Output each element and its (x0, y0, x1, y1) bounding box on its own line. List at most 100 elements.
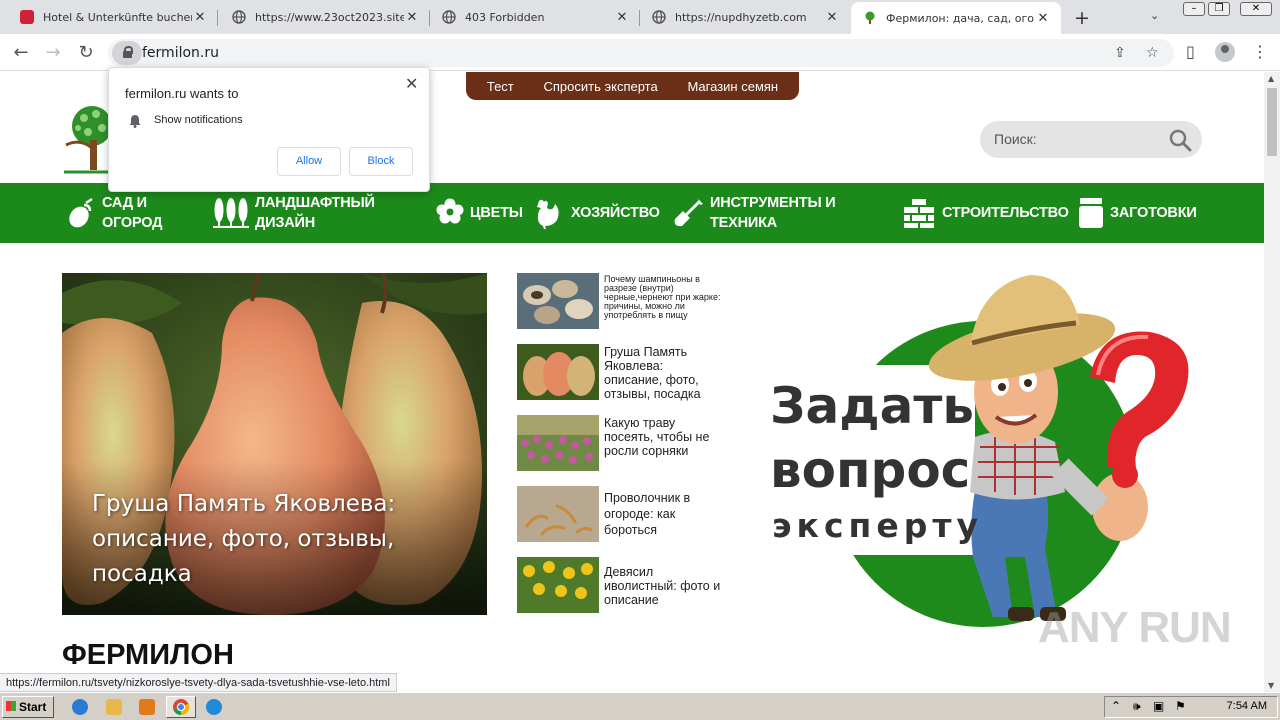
article-item[interactable]: Девясил иволистный: фото и описание (517, 557, 727, 613)
nav-label: ЗАГОТОВКИ (1110, 205, 1197, 221)
site-logo-tree[interactable] (62, 100, 112, 176)
tab-title: Фермилон: дача, сад, огород (886, 11, 1035, 25)
start-button[interactable]: Start (2, 696, 54, 718)
article-item[interactable]: Проволочник в огороде: как бороться (517, 486, 727, 542)
jar-icon (1079, 198, 1103, 228)
featured-article[interactable]: Груша Память Яковлева: описание, фото, о… (62, 273, 487, 615)
allow-button[interactable]: Allow (277, 147, 341, 176)
notification-permission-popup: fermilon.ru wants to ✕ Show notification… (108, 67, 430, 192)
tab-23oct[interactable]: https://www.23oct2023.site ✕ (220, 2, 430, 32)
flower-icon (436, 198, 464, 224)
globe-icon (652, 10, 666, 24)
tray-expand-icon[interactable]: ⌃ (1111, 699, 1121, 713)
tab-nupdhyzetb[interactable]: https://nupdhyzetb.com ✕ (640, 2, 850, 32)
trees-icon (213, 198, 249, 228)
article-item[interactable]: Груша Память Яковлева: описание, фото, о… (517, 344, 727, 401)
scrollbar-thumb[interactable] (1267, 88, 1277, 156)
page-scrollbar[interactable]: ▲ ▼ (1264, 72, 1280, 692)
banner-text-expert: эксперту (772, 506, 983, 545)
edge-icon[interactable] (206, 699, 222, 715)
network-icon[interactable]: ▣ (1153, 699, 1164, 713)
nav-landscape[interactable]: ЛАНДШАФТНЫЙ ДИЗАЙН (213, 183, 375, 243)
scroll-down-icon[interactable]: ▼ (1268, 681, 1274, 690)
tab-title: 403 Forbidden (465, 10, 545, 24)
tab-403[interactable]: 403 Forbidden ✕ (430, 2, 640, 32)
lock-icon[interactable] (112, 41, 142, 65)
article-title[interactable]: Девясил иволистный: фото и описание (604, 565, 724, 607)
shovel-icon (674, 199, 703, 227)
flag-icon[interactable]: ⚑ (1175, 699, 1186, 713)
nav-tools[interactable]: ИНСТРУМЕНТЫ И ТЕХНИКА (672, 183, 836, 243)
close-icon[interactable]: ✕ (405, 74, 418, 93)
globe-icon (232, 10, 246, 24)
taskbar: Start ⌃ 🕪 ▣ ⚑ 7:54 AM (0, 692, 1280, 720)
hero-title[interactable]: Груша Память Яковлева: описание, фото, о… (92, 487, 432, 592)
popup-title: fermilon.ru wants to (125, 86, 239, 101)
main-nav: САД И ОГОРОД ЛАНДШАФТНЫЙ ДИЗАЙН ЦВЕТЫ ХОЗЯ… (0, 183, 1264, 243)
pear-thumb (517, 344, 599, 400)
forward-icon[interactable]: → (41, 41, 65, 65)
address-bar[interactable]: fermilon.ru ⇪ ☆ (108, 39, 1174, 67)
globe-icon (442, 10, 456, 24)
nav-household[interactable]: ХОЗЯЙСТВО (533, 183, 660, 243)
tab-title: https://www.23oct2023.site (255, 10, 404, 24)
bell-icon (129, 115, 141, 128)
explorer-folder-icon[interactable] (106, 699, 122, 715)
article-title[interactable]: Проволочник в огороде: как бороться (604, 490, 724, 538)
close-tab-icon[interactable]: ✕ (192, 10, 208, 25)
clock[interactable]: 7:54 AM (1227, 700, 1267, 712)
search-icon[interactable] (1168, 128, 1192, 152)
close-tab-icon[interactable]: ✕ (824, 10, 840, 25)
url-text[interactable]: fermilon.ru (142, 45, 219, 61)
ask-expert-banner[interactable]: Задать вопрос эксперту (760, 267, 1200, 637)
article-title[interactable]: Какую траву посеять, чтобы не росли сорн… (604, 416, 724, 458)
menu-kebab-icon[interactable]: ⋮ (1252, 42, 1268, 61)
nav-preserves[interactable]: ЗАГОТОВКИ (1078, 183, 1197, 243)
close-tab-icon[interactable]: ✕ (404, 10, 420, 25)
section-heading: ФЕРМИЛОН (62, 639, 234, 671)
new-tab-button[interactable]: + (1072, 7, 1092, 29)
tab-fermilon[interactable]: Фермилон: дача, сад, огород ✕ (851, 2, 1061, 34)
tab-search-icon[interactable]: ⌄ (1150, 9, 1159, 22)
window-close-button[interactable]: ✕ (1240, 2, 1272, 16)
link-ask-expert[interactable]: Спросить эксперта (544, 79, 658, 94)
tab-booking[interactable]: Hotel & Unterkünfte buchen | A ✕ (8, 2, 218, 32)
tab-title: Hotel & Unterkünfte buchen | A (43, 10, 192, 24)
scroll-up-icon[interactable]: ▲ (1268, 74, 1274, 83)
article-title[interactable]: Груша Память Яковлева: описание, фото, о… (604, 345, 724, 401)
tab-title: https://nupdhyzetb.com (675, 10, 807, 24)
article-item[interactable]: Почему шампиньоны в разрезе (внутри) чер… (517, 273, 727, 329)
article-item[interactable]: Какую траву посеять, чтобы не росли сорн… (517, 415, 727, 471)
system-tray: ⌃ 🕪 ▣ ⚑ 7:54 AM (1104, 696, 1278, 718)
wireworm-thumb (517, 486, 599, 542)
bricks-icon (904, 199, 934, 228)
link-seed-shop[interactable]: Магазин семян (687, 79, 778, 94)
site-search[interactable]: Поиск: (980, 121, 1202, 158)
reload-icon[interactable]: ↻ (74, 41, 98, 65)
media-player-icon[interactable] (139, 699, 155, 715)
side-panel-icon[interactable]: ▯ (1186, 42, 1195, 61)
mushroom-thumb (517, 273, 599, 329)
volume-icon[interactable]: 🕪 (1133, 699, 1141, 714)
nav-label: ТЕХНИКА (710, 215, 778, 231)
share-icon[interactable]: ⇪ (1114, 45, 1126, 61)
chrome-taskbar-button[interactable] (166, 696, 196, 718)
close-tab-icon[interactable]: ✕ (1035, 11, 1051, 26)
close-tab-icon[interactable]: ✕ (614, 10, 630, 25)
nav-construction[interactable]: СТРОИТЕЛЬСТВО (903, 183, 1069, 243)
nav-garden[interactable]: САД И ОГОРОД (66, 183, 162, 243)
tab-strip: Hotel & Unterkünfte buchen | A ✕ https:/… (0, 0, 1280, 34)
profile-avatar-icon[interactable] (1215, 42, 1235, 62)
back-icon[interactable]: ← (9, 41, 33, 65)
block-button[interactable]: Block (349, 147, 413, 176)
search-input[interactable]: Поиск: (994, 131, 1037, 147)
restore-button[interactable]: ❐ (1208, 2, 1230, 16)
nav-label: ИНСТРУМЕНТЫ И (710, 195, 836, 211)
ie-icon[interactable] (72, 699, 88, 715)
minimize-button[interactable]: – (1183, 2, 1205, 16)
elecampane-thumb (517, 557, 599, 613)
link-test[interactable]: Тест (487, 79, 514, 94)
bookmark-star-icon[interactable]: ☆ (1146, 45, 1159, 61)
article-title[interactable]: Почему шампиньоны в разрезе (внутри) чер… (604, 275, 724, 320)
nav-flowers[interactable]: ЦВЕТЫ (436, 183, 523, 243)
